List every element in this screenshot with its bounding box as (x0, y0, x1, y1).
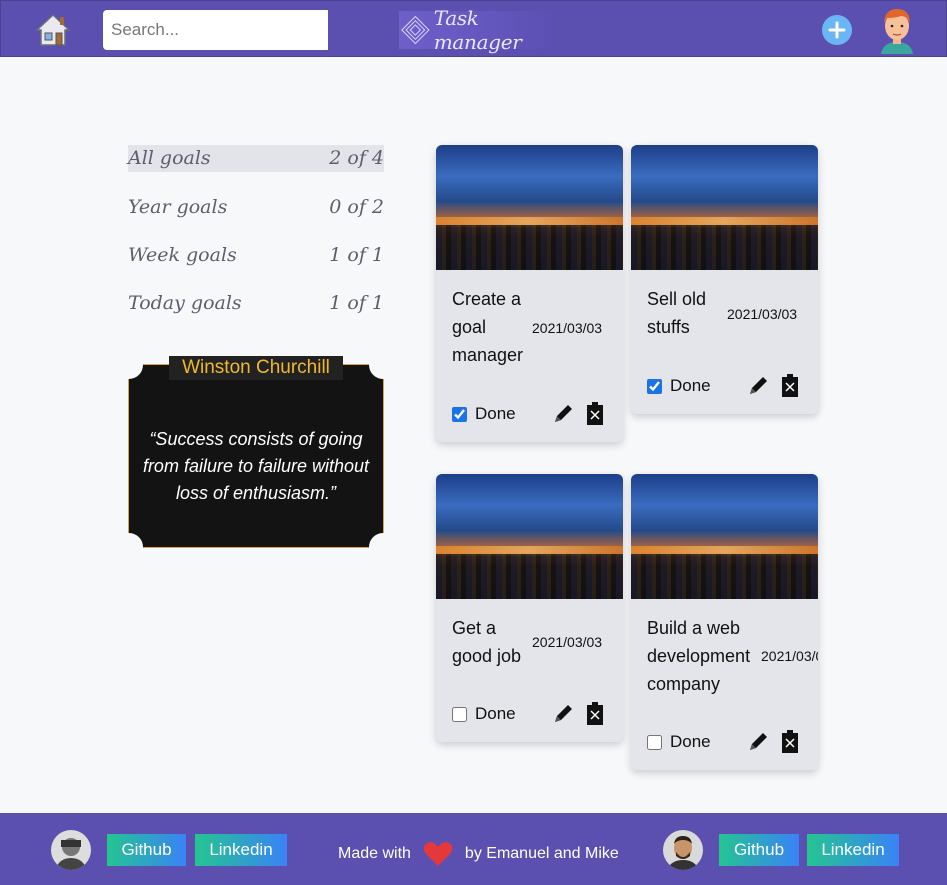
home-icon[interactable] (35, 13, 71, 47)
goal-date: 2021/03/03 (727, 306, 798, 322)
stat-value: 2 of 4 (329, 147, 384, 169)
header: Task manager (0, 0, 947, 57)
done-checkbox[interactable]: Done (452, 404, 516, 424)
done-label: Done (475, 404, 516, 423)
done-checkbox[interactable]: Done (452, 704, 516, 724)
made-with-label: Made with (338, 845, 411, 862)
user-avatar[interactable] (877, 6, 917, 54)
logo-text: Task manager (433, 6, 522, 54)
done-checkbox[interactable]: Done (647, 376, 711, 396)
quote-corner (115, 533, 143, 561)
done-label: Done (670, 376, 711, 395)
goal-stats: All goals 2 of 4 Year goals 0 of 2 Week … (128, 145, 384, 337)
author-avatar (51, 830, 91, 870)
trash-icon[interactable] (781, 730, 799, 754)
goal-image (436, 474, 623, 599)
pencil-icon[interactable] (552, 703, 574, 725)
pencil-icon[interactable] (747, 731, 769, 753)
goal-date: 2021/03/03 (532, 320, 603, 336)
heart-icon (423, 842, 453, 866)
quote-corner (369, 533, 397, 561)
goal-date: 2021/03/03 (761, 648, 818, 664)
goal-title: Sell old stuffs (647, 289, 707, 337)
stat-value: 0 of 2 (329, 196, 384, 218)
pencil-icon[interactable] (552, 403, 574, 425)
stat-all-goals[interactable]: All goals 2 of 4 (128, 145, 384, 172)
done-label: Done (670, 732, 711, 751)
stat-label: All goals (128, 147, 211, 169)
authors-label: by Emanuel and Mike (464, 845, 619, 862)
done-check-input[interactable] (452, 706, 467, 722)
stat-week-goals[interactable]: Week goals 1 of 1 (128, 241, 384, 289)
pencil-icon[interactable] (747, 375, 769, 397)
done-check-input[interactable] (452, 406, 467, 422)
stat-year-goals[interactable]: Year goals 0 of 2 (128, 193, 384, 241)
goal-image (631, 145, 818, 270)
goal-card: Sell old stuffs 2021/03/03 Done (631, 145, 818, 414)
linkedin-button[interactable]: Linkedin (807, 834, 899, 866)
done-label: Done (475, 704, 516, 723)
goal-image (631, 474, 818, 599)
search-bar (103, 10, 328, 50)
goal-date: 2021/03/03 (532, 634, 603, 650)
trash-icon[interactable] (586, 402, 604, 426)
stat-value: 1 of 1 (329, 292, 384, 314)
goal-title: Get a good job (452, 618, 522, 666)
github-button[interactable]: Github (719, 834, 799, 866)
footer: Github Linkedin Made with by Emanuel and… (0, 813, 947, 885)
goal-title: Build a web development company (647, 618, 751, 694)
app-logo[interactable]: Task manager (399, 6, 551, 54)
linkedin-button[interactable]: Linkedin (195, 834, 287, 866)
author-avatar (663, 830, 703, 870)
stat-label: Today goals (128, 292, 242, 314)
goal-card: Create a goal manager 2021/03/03 Done (436, 145, 623, 442)
logo-icon (401, 15, 430, 45)
trash-icon[interactable] (586, 702, 604, 726)
quote-corner (115, 351, 143, 379)
add-goal-button[interactable] (822, 15, 852, 45)
plus-icon (828, 21, 846, 39)
quote-author: Winston Churchill (169, 356, 343, 380)
stat-value: 1 of 1 (329, 244, 384, 266)
quote-corner (369, 351, 397, 379)
stat-label: Year goals (128, 196, 228, 218)
stat-label: Week goals (128, 244, 237, 266)
done-check-input[interactable] (647, 378, 662, 394)
trash-icon[interactable] (781, 374, 799, 398)
quote-text: “Success consists of going from failure … (142, 429, 370, 503)
stat-today-goals[interactable]: Today goals 1 of 1 (128, 289, 384, 337)
done-checkbox[interactable]: Done (647, 732, 711, 752)
done-check-input[interactable] (647, 734, 662, 750)
github-button[interactable]: Github (107, 834, 186, 866)
made-with-text: Made with by Emanuel and Mike (338, 841, 619, 867)
goal-card: Get a good job 2021/03/03 Done (436, 474, 623, 742)
search-input[interactable] (103, 10, 328, 50)
goal-card: Build a web development company 2021/03/… (631, 474, 818, 770)
goal-image (436, 145, 623, 270)
